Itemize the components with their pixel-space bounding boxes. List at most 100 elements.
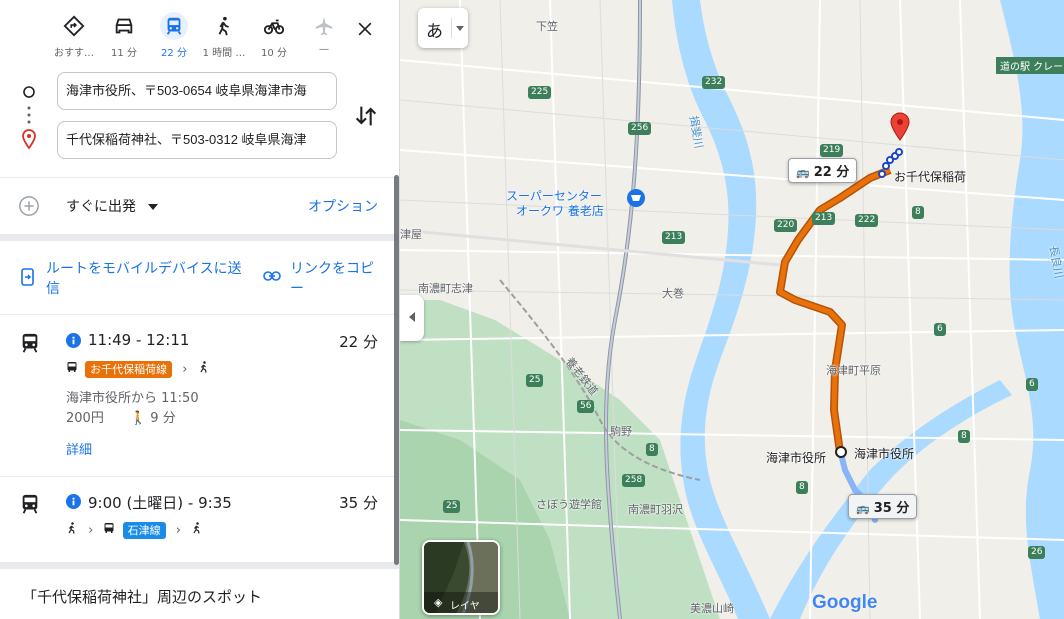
car-icon <box>110 12 138 40</box>
panel-scrollbar[interactable] <box>394 175 399 565</box>
nearby-heading: 「千代保稲荷神社」周辺のスポット <box>22 588 263 606</box>
walk-icon <box>200 361 207 373</box>
collapse-panel-button[interactable] <box>400 295 424 341</box>
road-shield: 25 <box>443 500 461 513</box>
send-to-device-link[interactable]: ルートをモバイルデバイスに送信 <box>46 259 246 299</box>
map-canvas[interactable]: 225 232 256 219 213 220 222 213 25 56 8 … <box>400 0 1064 619</box>
origin-map-marker[interactable] <box>835 446 847 458</box>
options-link[interactable]: オプション <box>308 196 378 216</box>
transit-icon <box>160 12 188 40</box>
road-shield: 8 <box>958 430 970 443</box>
road-shield: 26 <box>1028 546 1046 559</box>
layers-label: レイヤ <box>450 601 480 612</box>
route-duration: 22 分 <box>339 333 378 351</box>
walk-icon: 🚶 <box>129 411 147 426</box>
train-icon <box>22 333 38 353</box>
route-time: 11:49 - 12:11 <box>88 331 190 349</box>
origin-label[interactable]: 海津市役所 <box>854 445 914 462</box>
info-icon[interactable] <box>66 333 81 348</box>
chevron-right-icon: › <box>88 523 94 538</box>
caret-down-icon <box>456 26 464 31</box>
fare-walk-row: 200円 🚶 9 分 <box>66 407 176 426</box>
walk-time-text: 9 分 <box>150 411 176 426</box>
depart-now-label: すぐに出発 <box>66 199 136 215</box>
bubble-duration: 35 分 <box>873 501 910 516</box>
route-duration-bubble-22[interactable]: 🚌 22 分 <box>788 158 858 183</box>
flight-icon <box>310 12 338 40</box>
destination-pin-icon <box>22 129 36 150</box>
link-icon <box>263 271 281 281</box>
layers-button[interactable]: ◈ レイヤ <box>422 540 500 615</box>
depart-from-text: 海津市役所から 11:50 <box>66 391 199 406</box>
route-endpoint-icons <box>20 80 40 160</box>
mode-best[interactable]: おすす… <box>46 8 102 62</box>
route-duration: 35 分 <box>339 494 378 512</box>
walk-icon <box>210 12 238 40</box>
copy-link-button[interactable]: リンクをコピー <box>290 259 382 299</box>
road-shield: 256 <box>628 122 652 135</box>
mode-walking[interactable]: 1 時間 … <box>196 8 252 62</box>
section-divider <box>0 562 399 569</box>
depart-time-row: すぐに出発 オプション <box>0 186 399 226</box>
mode-driving-label: 11 分 <box>111 48 137 59</box>
chevron-left-icon <box>409 312 415 322</box>
walk-icon <box>193 522 200 534</box>
road-shield: 232 <box>702 76 726 89</box>
route-steps: › 石津線 › <box>66 522 203 539</box>
diamond-directions-icon <box>60 12 88 40</box>
add-destination-icon[interactable] <box>18 195 40 217</box>
route-option-2[interactable]: 9:00 (土曜日) - 9:35 35 分 › 石津線 › <box>0 477 399 561</box>
info-icon[interactable] <box>66 494 81 509</box>
road-shield: 8 <box>646 443 658 456</box>
mode-cycling[interactable]: 10 分 <box>246 8 302 62</box>
swap-endpoints-button[interactable] <box>352 102 380 130</box>
travel-mode-bar: おすす… 11 分 22 分 1 時間 … 10 分 — <box>0 0 399 66</box>
map-base-layer <box>400 0 1064 619</box>
origin-input[interactable]: 海津市役所、〒503-0654 岐阜県海津市海 <box>57 72 337 110</box>
details-link[interactable]: 詳細 <box>66 439 92 458</box>
depart-now-dropdown[interactable]: すぐに出発 <box>66 196 159 216</box>
mode-transit[interactable]: 22 分 <box>146 8 202 62</box>
bus-icon: 🚌 <box>856 502 870 515</box>
line-badge: 石津線 <box>122 522 166 539</box>
store-label-line2[interactable]: オークワ 養老店 <box>516 202 604 219</box>
mode-flight[interactable]: — <box>296 8 352 62</box>
ime-label: あ <box>426 22 443 42</box>
mode-walking-label: 1 時間 … <box>202 48 246 59</box>
place-label: 駒野 <box>610 425 632 438</box>
roadside-station-label[interactable]: 道の駅 クレー <box>996 57 1064 74</box>
place-label: 南濃町志津 <box>418 282 473 295</box>
share-actions: ルートをモバイルデバイスに送信 リンクをコピー <box>0 241 399 313</box>
input-method-toggle[interactable]: あ <box>418 8 468 48</box>
divider <box>451 18 452 38</box>
close-icon <box>358 22 372 36</box>
destination-label[interactable]: お千代保稲荷 <box>894 168 966 185</box>
road-shield: 6 <box>934 323 946 336</box>
origin-station-label[interactable]: 海津市役所 <box>766 449 826 466</box>
route-duration-bubble-35[interactable]: 🚌 35 分 <box>848 494 918 519</box>
destination-input[interactable]: 千代保稲荷神社、〒503-0312 岐阜県海津 <box>57 121 337 159</box>
caret-down-icon <box>148 204 159 210</box>
divider <box>0 177 399 178</box>
route-steps: お千代保稲荷線 › <box>66 361 210 378</box>
destination-pin-icon[interactable] <box>890 112 910 141</box>
origin-circle-icon <box>23 86 35 98</box>
chevron-right-icon: › <box>175 523 181 538</box>
place-label: 南濃町羽沢 <box>628 503 683 516</box>
place-label: 海津町平原 <box>826 364 881 377</box>
walk-icon <box>68 522 75 534</box>
mode-transit-label: 22 分 <box>161 48 187 59</box>
close-directions-button[interactable] <box>350 14 380 44</box>
mode-driving[interactable]: 11 分 <box>96 8 152 62</box>
directions-panel: おすす… 11 分 22 分 1 時間 … 10 分 — 海津市役所、〒503-… <box>0 0 400 619</box>
road-shield: 220 <box>774 219 798 232</box>
bus-icon <box>104 523 114 533</box>
road-shield: 225 <box>528 86 552 99</box>
line-badge: お千代保稲荷線 <box>85 361 173 378</box>
fare-text: 200円 <box>66 411 104 426</box>
bus-icon: 🚌 <box>796 166 810 179</box>
place-label: 下笠 <box>536 20 558 33</box>
route-option-1[interactable]: 11:49 - 12:11 22 分 お千代保稲荷線 › 海津市役所から 11:… <box>0 315 399 475</box>
place-label: さぼう遊学館 <box>536 498 602 511</box>
place-label: 津屋 <box>400 228 422 241</box>
